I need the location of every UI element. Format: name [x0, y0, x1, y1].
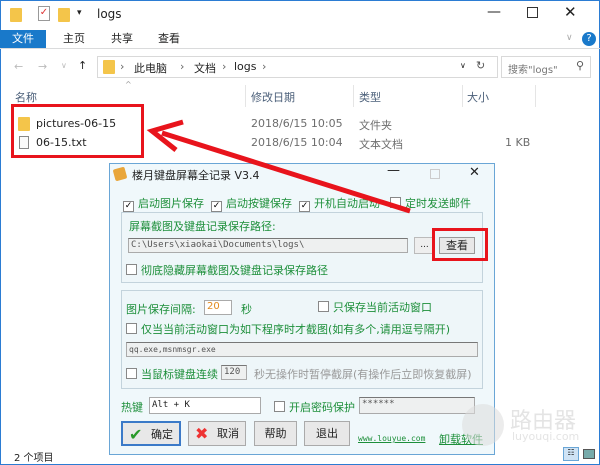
annotation-arrow	[146, 119, 411, 214]
